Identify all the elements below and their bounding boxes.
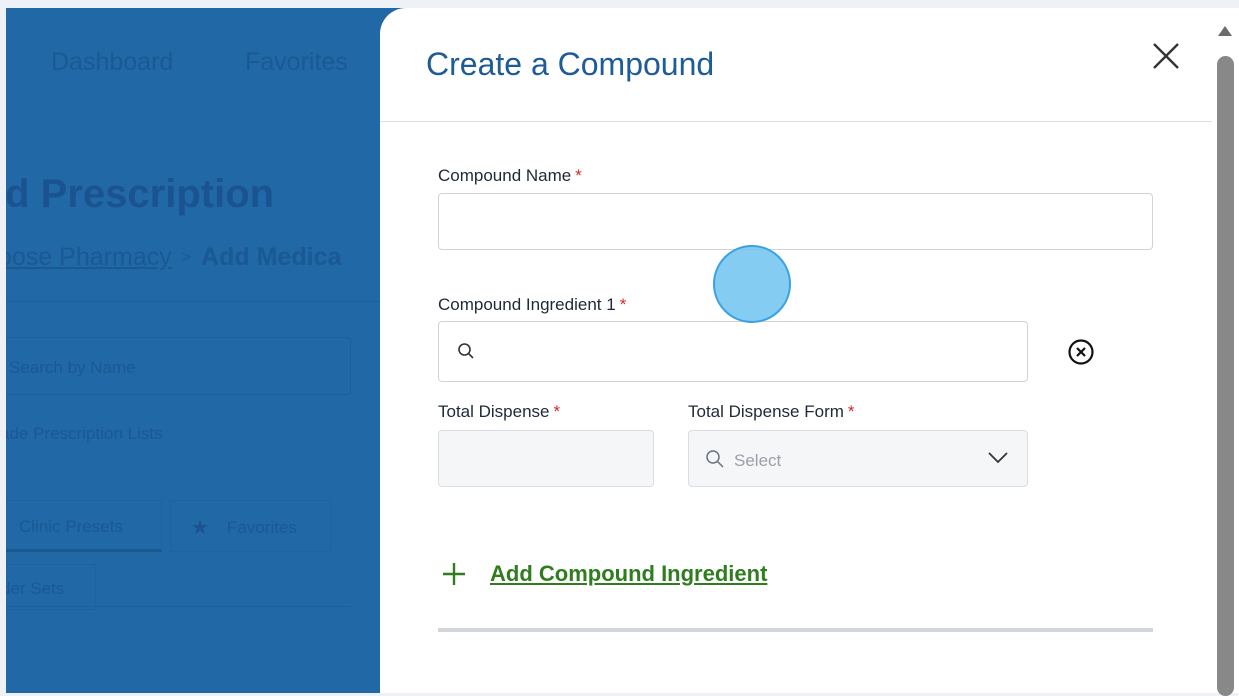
scroll-up-arrow-icon[interactable]: [1218, 26, 1232, 36]
cursor-indicator: [713, 245, 791, 323]
tab-label: Favorites: [227, 518, 297, 537]
compound-ingredient-field[interactable]: [438, 321, 1028, 382]
label-text: Compound Name: [438, 166, 572, 185]
compound-ingredient-input[interactable]: [483, 328, 1013, 374]
section-divider: [438, 628, 1153, 632]
label-text: Total Dispense Form: [688, 402, 844, 421]
chevron-down-icon: [988, 452, 1008, 464]
page: Dashboard Favorites ld Prescription oose…: [0, 0, 1239, 696]
total-dispense-input[interactable]: [438, 430, 654, 487]
select-placeholder: Select: [734, 451, 782, 470]
required-mark: *: [575, 166, 582, 185]
search-icon: [458, 343, 474, 359]
plus-icon: [443, 563, 465, 585]
total-dispense-form-select[interactable]: Select: [688, 430, 1028, 487]
compound-ingredient-label: Compound Ingredient 1 *: [438, 295, 626, 315]
background-app: Dashboard Favorites ld Prescription oose…: [6, 8, 426, 693]
tab-favorites: ★ Favorites: [170, 500, 332, 552]
prescription-lists-label: ade Prescription Lists: [6, 424, 163, 443]
required-mark: *: [553, 402, 561, 421]
divider: [6, 606, 351, 607]
tab-label: Clinic Presets: [19, 517, 123, 536]
search-icon: [706, 450, 724, 468]
add-compound-ingredient-button[interactable]: Add Compound Ingredient: [442, 556, 767, 592]
star-icon: ★: [191, 517, 209, 539]
tab-clinic-presets: Clinic Presets: [6, 500, 162, 552]
top-strip: [0, 0, 1239, 8]
breadcrumb-link: oose Pharmacy: [6, 243, 172, 271]
required-mark: *: [619, 295, 627, 314]
tab-label: der Sets: [6, 579, 65, 598]
page-heading: ld Prescription: [6, 172, 275, 216]
nav-dashboard: Dashboard: [51, 48, 174, 76]
modal-header-divider: [380, 121, 1212, 122]
breadcrumb-current: Add Medica: [201, 243, 342, 271]
total-dispense-form-label: Total Dispense Form *: [688, 402, 855, 422]
total-dispense-label: Total Dispense *: [438, 402, 560, 422]
background-search-input: Search by Name: [6, 337, 351, 395]
label-text: Total Dispense: [438, 402, 550, 421]
circle-x-icon: [1068, 339, 1094, 365]
required-mark: *: [847, 402, 855, 421]
remove-ingredient-button[interactable]: [1067, 338, 1095, 366]
breadcrumb-separator: >: [181, 249, 192, 267]
tab-order-sets: der Sets: [6, 564, 96, 610]
breadcrumb: oose Pharmacy > Add Medica: [6, 243, 341, 272]
search-placeholder: Search by Name: [9, 358, 136, 377]
compound-name-label: Compound Name *: [438, 166, 582, 186]
divider: [6, 301, 426, 302]
scrollbar-thumb[interactable]: [1217, 56, 1234, 696]
close-icon: [1153, 43, 1179, 69]
close-button[interactable]: [1146, 36, 1186, 76]
modal-title: Create a Compound: [426, 46, 715, 82]
add-compound-ingredient-label: Add Compound Ingredient: [490, 561, 768, 586]
compound-name-input[interactable]: [438, 193, 1153, 250]
label-text: Compound Ingredient 1: [438, 295, 616, 314]
create-compound-modal: Create a Compound Compound Name * Compoun…: [380, 8, 1212, 693]
nav-favorites: Favorites: [245, 48, 348, 76]
